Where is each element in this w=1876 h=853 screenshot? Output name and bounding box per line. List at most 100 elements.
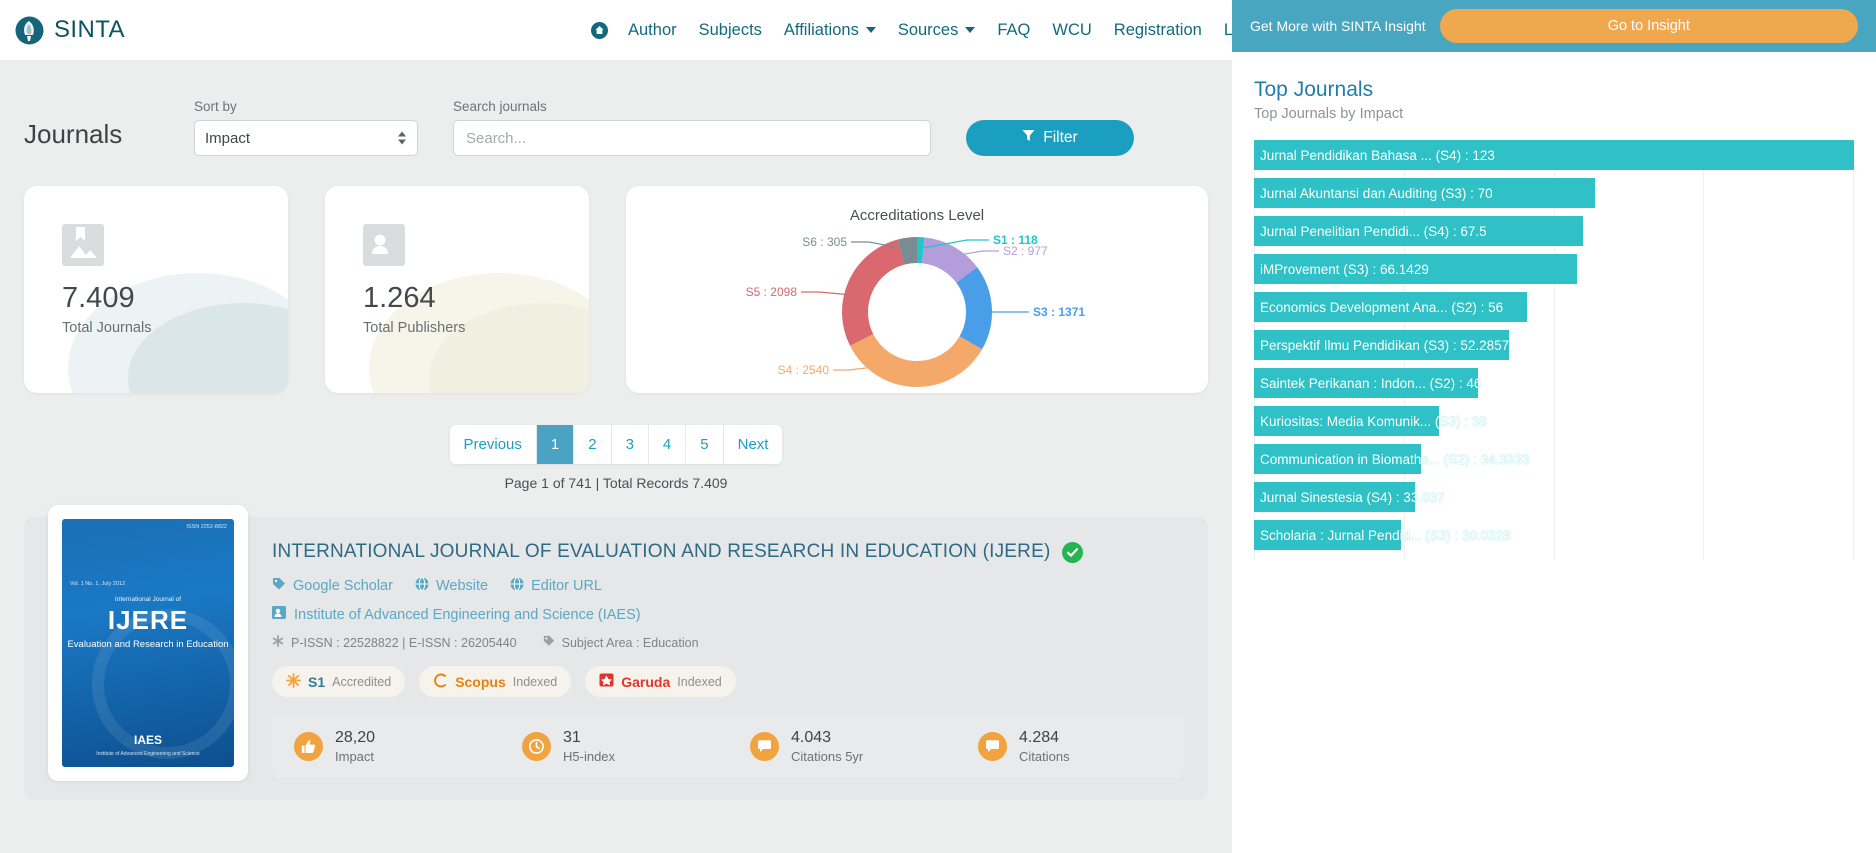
brand-text: SINTA [54, 16, 125, 43]
thumbs-up-icon [294, 732, 323, 761]
pagination-previous[interactable]: Previous [450, 425, 537, 464]
pagination-page-3[interactable]: 3 [612, 425, 649, 464]
metric-label: Citations 5yr [791, 749, 864, 764]
page-title: Journals [24, 119, 123, 149]
top-journal-bar-label: Saintek Perikanan : Indon... (S2) : 46 [1260, 375, 1482, 391]
top-journal-bar-label: Scholaria : Jurnal Pendid... (S3) : 30.0… [1260, 527, 1511, 543]
stat-label: Total Journals [62, 320, 152, 336]
badge-suffix: Indexed [677, 674, 722, 689]
clock-icon [522, 732, 551, 761]
pagination-page-5[interactable]: 5 [686, 425, 724, 464]
cover-acronym: IJERE [107, 605, 189, 635]
journal-title-row: INTERNATIONAL JOURNAL OF EVALUATION AND … [272, 541, 1184, 563]
donut-slice-S5[interactable] [842, 239, 906, 346]
donut-slice-S2[interactable] [921, 237, 978, 284]
globe-icon [415, 577, 429, 595]
pagination-next[interactable]: Next [724, 425, 783, 464]
chart-title: Accreditations Level [849, 207, 985, 224]
journal-cover-card[interactable]: ISSN 2252-8822 Vol. 1 No. 1, July 2012 I… [48, 505, 248, 781]
asterisk-icon [272, 635, 284, 650]
metric-value: 31 [563, 729, 581, 746]
verified-check-icon [1062, 541, 1084, 563]
meta-text: P-ISSN : 22528822 | E-ISSN : 26205440 [291, 635, 517, 650]
link-website[interactable]: Website [415, 577, 488, 595]
nav-label: Sources [897, 20, 959, 39]
top-journal-bar-row: Kuriositas: Media Komunik... (S3) : 38 [1254, 406, 1854, 436]
nav-item-wcu[interactable]: WCU [1041, 21, 1102, 40]
pagination-page-4[interactable]: 4 [649, 425, 687, 464]
app-root: SINTA Author Subjects Affiliations Sourc… [0, 0, 1876, 853]
journal-metrics: 28,20 Impact 31 H5-index 4.043 Citations… [272, 715, 1184, 778]
badge-scopus[interactable]: Scopus Indexed [419, 666, 572, 697]
sort-label: Sort by [194, 99, 237, 114]
brand[interactable]: SINTA [14, 15, 125, 46]
nav-label: WCU [1052, 20, 1092, 39]
badge-suffix: Indexed [512, 674, 558, 689]
nav-item-affiliations[interactable]: Affiliations [773, 21, 887, 40]
metric-citations: 4.284 Citations [956, 729, 1184, 764]
filter-button[interactable]: Filter [966, 120, 1134, 156]
filter-button-label: Filter [1043, 129, 1078, 146]
link-label: Editor URL [531, 578, 602, 594]
donut-slice-S4[interactable] [850, 333, 983, 387]
badge-garuda[interactable]: Garuda Indexed [585, 666, 736, 697]
metric-value: 28,20 [335, 729, 376, 746]
pagination-page-2[interactable]: 2 [574, 425, 612, 464]
top-journal-bar-label: Perspektif Ilmu Pendidikan (S3) : 52.285… [1260, 337, 1510, 353]
top-journal-bar-row: Communication in Biomathe... (S2) : 34.3… [1254, 444, 1854, 474]
cover-volume: Vol. 1 No. 1, July 2012 [70, 581, 126, 587]
chevron-down-icon [965, 27, 976, 33]
top-journal-bar-row: Saintek Perikanan : Indon... (S2) : 46 [1254, 368, 1854, 398]
badge-suffix: Accredited [332, 674, 392, 689]
right-panel: Get More with SINTA Insight Go to Insigh… [1232, 0, 1876, 853]
nav-item-faq[interactable]: FAQ [986, 21, 1041, 40]
link-google-scholar[interactable]: Google Scholar [272, 577, 393, 595]
nav-label: Registration [1113, 20, 1202, 39]
nav-label: Login [1223, 20, 1232, 39]
badge-name: Garuda [621, 673, 671, 690]
journal-title[interactable]: INTERNATIONAL JOURNAL OF EVALUATION AND … [272, 541, 1050, 563]
pagination-page-1[interactable]: 1 [536, 425, 575, 464]
sort-select[interactable]: Impact [194, 120, 418, 156]
navbar: SINTA Author Subjects Affiliations Sourc… [0, 0, 1232, 60]
stat-label: Total Publishers [363, 320, 466, 336]
tag-icon [543, 635, 555, 650]
nav-item-subjects[interactable]: Subjects [688, 21, 773, 40]
metric-value: 4.284 [1019, 729, 1060, 746]
go-to-insight-button[interactable]: Go to Insight [1439, 9, 1858, 43]
badge-sinta-s1[interactable]: S1 Accredited [272, 666, 406, 697]
nav-item-sources[interactable]: Sources [887, 21, 987, 40]
donut-slice-S6[interactable] [897, 237, 918, 265]
pagination: Previous 1 2 3 4 5 Next [449, 425, 783, 464]
top-journal-bar-row: Jurnal Akuntansi dan Auditing (S3) : 70 [1254, 178, 1854, 208]
metric-impact: 28,20 Impact [272, 729, 500, 764]
link-label: Google Scholar [293, 578, 393, 594]
top-journal-bar-row: Jurnal Pendidikan Bahasa ... (S4) : 123 [1254, 140, 1854, 170]
metric-label: Citations [1019, 749, 1070, 764]
stat-card-publishers: 1.264 Total Publishers [325, 186, 589, 393]
badge-name: Scopus [455, 673, 506, 690]
nav-label: FAQ [997, 20, 1031, 39]
journal-publisher-row[interactable]: Institute of Advanced Engineering and Sc… [272, 606, 1184, 623]
donut-slice-S3[interactable] [955, 267, 992, 350]
id-card-icon [272, 606, 286, 623]
home-icon[interactable] [582, 21, 617, 39]
journal-details: INTERNATIONAL JOURNAL OF EVALUATION AND … [272, 539, 1184, 778]
search-label: Search journals [453, 99, 547, 114]
top-journal-bar-label: Communication in Biomathe... (S2) : 34.3… [1260, 451, 1530, 467]
sinta-logo-icon [14, 15, 45, 46]
top-journal-bar-label: Jurnal Akuntansi dan Auditing (S3) : 70 [1260, 185, 1493, 201]
top-journal-bar-row: iMProvement (S3) : 66.1429 [1254, 254, 1854, 284]
nav-item-registration[interactable]: Registration [1103, 21, 1213, 40]
chevron-down-icon [865, 27, 876, 33]
top-journal-bar-label: Kuriositas: Media Komunik... (S3) : 38 [1260, 413, 1487, 429]
link-editor-url[interactable]: Editor URL [510, 577, 602, 595]
globe-icon [510, 577, 524, 595]
cover-footer: Institute of Advanced Engineering and Sc… [96, 751, 200, 757]
insight-text: Get More with SINTA Insight [1250, 18, 1426, 34]
nav-item-author[interactable]: Author [617, 21, 688, 40]
stat-value: 1.264 [363, 282, 436, 314]
search-input[interactable] [453, 120, 931, 156]
nav-item-login[interactable]: Login [1213, 21, 1232, 40]
top-journals-barchart: Jurnal Pendidikan Bahasa ... (S4) : 123 J… [1254, 140, 1854, 560]
